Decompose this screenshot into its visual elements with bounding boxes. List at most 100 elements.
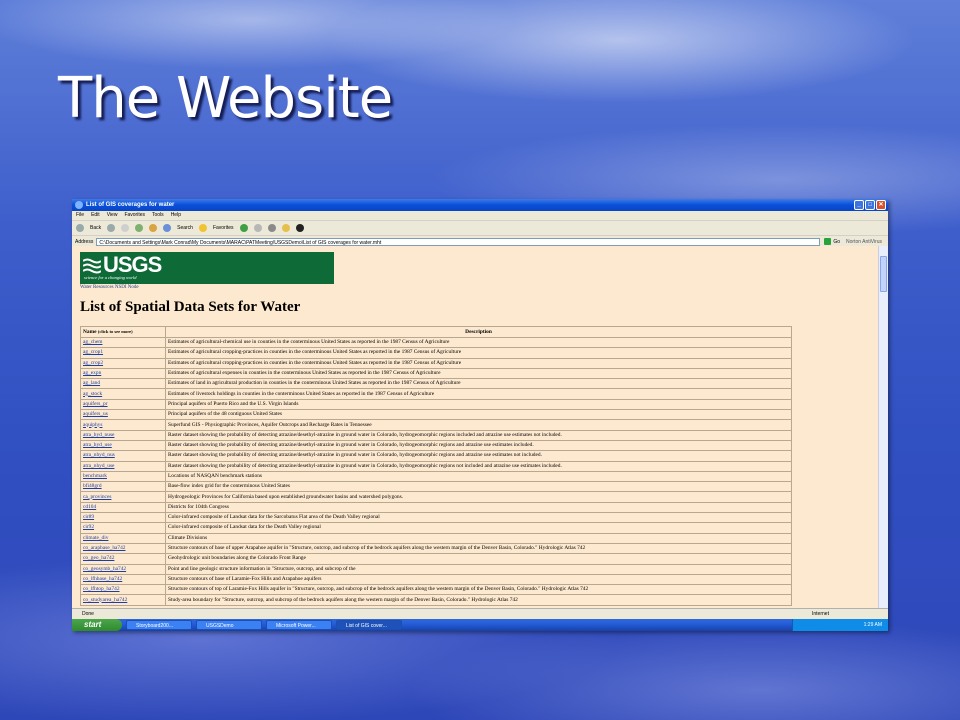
- table-row: bfi48grd Base-flow index grid for the con…: [80, 481, 792, 493]
- dataset-description: Color-infrared composite of Landsat data…: [165, 512, 792, 524]
- forward-icon[interactable]: [107, 224, 116, 232]
- table-row: cir92 Color-infrared composite of Landsat…: [80, 522, 792, 534]
- table-row: ca_provinces Hydrogeologic Provinces for …: [80, 491, 792, 503]
- page-content: USGS science for a changing world Water …: [72, 246, 888, 608]
- dataset-name-link[interactable]: ag_expn: [80, 367, 166, 380]
- dataset-name-link[interactable]: atra_nhyd_use: [80, 460, 166, 472]
- dataset-name-link[interactable]: co_geosymb_ha742: [80, 563, 166, 575]
- usgs-tagline: science for a changing world: [84, 275, 137, 280]
- dataset-description: Locations of NASQAN benchmark stations: [165, 470, 792, 483]
- dataset-description: Principal aquifers of the 48 contiguous …: [165, 409, 792, 421]
- taskbar-item-usgsdemo[interactable]: USGSDemo: [196, 620, 262, 630]
- mail-icon[interactable]: [253, 224, 262, 232]
- system-tray: 1:29 AM: [792, 619, 888, 631]
- print-icon[interactable]: [267, 224, 276, 232]
- dataset-name-link[interactable]: aquiphys: [80, 419, 166, 431]
- menubar: File Edit View Favorites Tools Help: [72, 211, 888, 221]
- messenger-icon[interactable]: [295, 224, 304, 232]
- maximize-button[interactable]: □: [865, 200, 875, 210]
- table-row: cir89 Color-infrared composite of Landsat…: [80, 512, 792, 524]
- dataset-name-link[interactable]: co_studyarea_ha742: [80, 594, 166, 606]
- close-button[interactable]: ✕: [876, 200, 886, 210]
- dataset-name-link[interactable]: co_geo_ha742: [80, 553, 166, 565]
- dataset-name-link[interactable]: ag_land: [80, 378, 166, 390]
- window-title: List of GIS coverages for water: [86, 202, 175, 208]
- home-icon[interactable]: [149, 224, 158, 232]
- description-column-header: Description: [165, 326, 792, 338]
- start-button[interactable]: start: [72, 619, 122, 631]
- go-icon: [824, 238, 832, 245]
- dataset-name-link[interactable]: benchmark: [80, 470, 166, 483]
- name-header-label: Name: [83, 329, 97, 335]
- search-icon[interactable]: [163, 224, 172, 232]
- menu-favorites[interactable]: Favorites: [124, 211, 145, 220]
- taskbar-item-storyboard[interactable]: Storyboard200...: [126, 620, 192, 630]
- address-input[interactable]: C:\Documents and Settings\Mark Conrad\My…: [96, 237, 821, 246]
- stop-icon[interactable]: [121, 224, 130, 232]
- go-button[interactable]: Go: [824, 238, 840, 245]
- dataset-description: Estimates of agricultural cropping-pract…: [165, 357, 792, 369]
- dataset-description: Structure contours of base of Laramie-Fo…: [165, 573, 792, 586]
- dataset-description: Estimates of agricultural expenses in co…: [165, 367, 792, 380]
- dataset-name-link[interactable]: co_lfhtop_ha742: [80, 584, 166, 596]
- menu-file[interactable]: File: [76, 211, 84, 220]
- dataset-name-link[interactable]: ca_provinces: [80, 491, 166, 503]
- dataset-name-link[interactable]: cir92: [80, 522, 166, 534]
- favorites-icon[interactable]: [198, 224, 207, 232]
- back-icon[interactable]: [76, 224, 84, 232]
- dataset-name-link[interactable]: atra_hyd_nuse: [80, 429, 166, 441]
- dataset-name-link[interactable]: cir89: [80, 512, 166, 524]
- dataset-description: Hydrogeologic Provinces for California b…: [165, 491, 792, 503]
- window-titlebar[interactable]: List of GIS coverages for water _ □ ✕: [72, 199, 888, 211]
- history-icon[interactable]: [239, 224, 248, 232]
- scrollbar-thumb[interactable]: [880, 256, 887, 292]
- browser-window: List of GIS coverages for water _ □ ✕ Fi…: [72, 199, 888, 631]
- name-header-hint: (click to see more): [97, 329, 133, 334]
- folder-icon[interactable]: [281, 224, 290, 232]
- menu-tools[interactable]: Tools: [152, 211, 164, 220]
- usgs-banner[interactable]: USGS science for a changing world: [80, 252, 334, 284]
- dataset-name-link[interactable]: ag_chem: [80, 336, 166, 349]
- dataset-name-link[interactable]: aquifers_us: [80, 409, 166, 421]
- minimize-button[interactable]: _: [854, 200, 864, 210]
- menu-edit[interactable]: Edit: [91, 211, 100, 220]
- menu-help[interactable]: Help: [171, 211, 181, 220]
- table-header-row: Name (click to see more) Description: [80, 326, 792, 338]
- dataset-description: Estimates of agricultural-chemical use i…: [165, 336, 792, 349]
- refresh-icon[interactable]: [135, 224, 144, 232]
- favorites-button[interactable]: Favorites: [213, 225, 234, 231]
- menu-view[interactable]: View: [107, 211, 118, 220]
- toolbar: Back Search Favorites: [72, 221, 888, 236]
- taskbar-item-browser[interactable]: List of GIS cover...: [336, 620, 402, 630]
- dataset-description: Study-area boundary for "Structure, outc…: [165, 594, 792, 606]
- dataset-name-link[interactable]: aquifers_pr: [80, 398, 166, 411]
- nsdi-node-label: Water Resources NSDI Node: [80, 285, 139, 290]
- dataset-name-link[interactable]: co_arapbase_ha742: [80, 542, 166, 555]
- vertical-scrollbar[interactable]: [878, 246, 888, 608]
- dataset-description: Raster dataset showing the probability o…: [165, 450, 792, 462]
- dataset-description: Districts for 104th Congress: [165, 501, 792, 514]
- dataset-name-link[interactable]: ag_stock: [80, 388, 166, 400]
- dataset-name-link[interactable]: ag_crop1: [80, 347, 166, 359]
- table-row: benchmark Locations of NASQAN benchmark s…: [80, 470, 792, 483]
- table-row: co_lfhtop_ha742 Structure contours of top…: [80, 584, 792, 596]
- dataset-description: Raster dataset showing the probability o…: [165, 429, 792, 441]
- table-row: ag_crop2 Estimates of agricultural croppi…: [80, 357, 792, 369]
- dataset-name-link[interactable]: ag_crop2: [80, 357, 166, 369]
- dataset-name-link[interactable]: cd104: [80, 501, 166, 514]
- dataset-name-link[interactable]: bfi48grd: [80, 481, 166, 493]
- usgs-waves-icon: [83, 258, 101, 274]
- name-column-header[interactable]: Name (click to see more): [80, 326, 166, 338]
- taskbar-item-powerpoint[interactable]: Microsoft Power...: [266, 620, 332, 630]
- norton-antivirus-button[interactable]: Norton AntiVirus: [846, 239, 882, 245]
- dataset-name-link[interactable]: atra_hyd_use: [80, 439, 166, 452]
- usgs-logo: USGS: [83, 254, 162, 276]
- dataset-name-link[interactable]: atra_nhyd_nus: [80, 450, 166, 462]
- dataset-name-link[interactable]: co_lfhbase_ha742: [80, 573, 166, 586]
- search-button[interactable]: Search: [177, 225, 193, 231]
- clock[interactable]: 1:29 AM: [864, 622, 882, 628]
- back-button[interactable]: Back: [90, 225, 101, 231]
- dataset-name-link[interactable]: climate_div: [80, 532, 166, 544]
- address-label: Address: [75, 238, 94, 245]
- dataset-description: Principal aquifers of Puerto Rico and th…: [165, 398, 792, 411]
